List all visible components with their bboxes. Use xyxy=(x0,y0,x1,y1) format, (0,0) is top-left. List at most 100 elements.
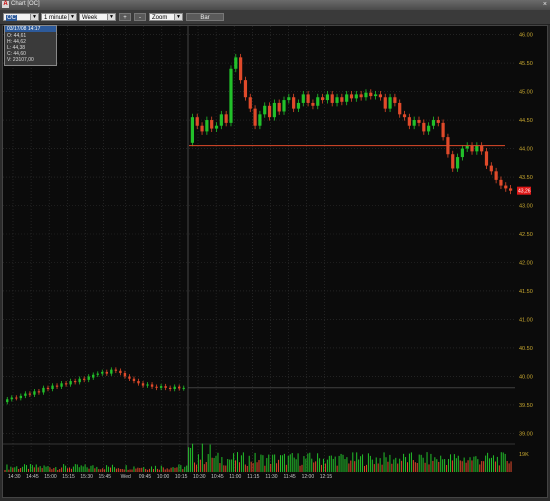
chevron-down-icon[interactable]: ▼ xyxy=(68,14,76,20)
candle-body xyxy=(123,373,127,377)
ohlc-volume: V: 23107,00 xyxy=(7,57,34,63)
candle-body xyxy=(296,102,301,109)
candle-body xyxy=(114,369,118,371)
candle-body xyxy=(24,393,27,396)
interval-select[interactable]: 1 minute ▼ xyxy=(41,13,77,21)
candle-body xyxy=(345,94,349,102)
x-tick-label: 11:00 xyxy=(229,474,241,480)
candle-body xyxy=(141,383,145,386)
candle-body xyxy=(427,125,431,132)
x-tick-label: 14:30 xyxy=(8,474,21,480)
candle-body xyxy=(364,92,368,98)
candle-body xyxy=(340,97,344,102)
candle-body xyxy=(190,117,195,143)
candle-body xyxy=(451,154,455,169)
candle-body xyxy=(19,395,23,399)
range-select[interactable]: Week ▼ xyxy=(79,13,116,21)
candle-body xyxy=(178,386,181,389)
candle-body xyxy=(46,387,50,390)
candle-body xyxy=(330,94,334,103)
candle-body xyxy=(210,120,214,129)
x-tick-label: 10:15 xyxy=(175,474,188,480)
candle-body xyxy=(349,94,354,99)
zoom-in-button[interactable]: + xyxy=(119,13,131,21)
candle-body xyxy=(508,188,513,191)
y-tick-label: 45.00 xyxy=(519,90,533,96)
candle-body xyxy=(369,92,373,97)
x-tick-label: Wed xyxy=(121,474,131,480)
range-value: Week xyxy=(82,15,98,21)
y-tick-label: 41.50 xyxy=(519,289,533,295)
candle-body xyxy=(359,94,363,98)
candle-body xyxy=(205,120,209,132)
candle-body xyxy=(15,397,18,399)
candle-body xyxy=(6,399,9,403)
chart-toolbar: OC ▼ 1 minute ▼ Week ▼ + - Zoom ▼ Bar xyxy=(0,10,550,25)
candle-body xyxy=(499,179,503,186)
candle-body xyxy=(398,102,402,115)
candle-body xyxy=(460,148,464,158)
candle-body xyxy=(168,387,172,390)
x-tick-label: 12:00 xyxy=(302,474,315,480)
candle-body xyxy=(422,122,426,132)
candle-body xyxy=(101,371,104,374)
candle-body xyxy=(407,117,411,126)
candle-body xyxy=(87,376,90,380)
y-tick-label: 42.00 xyxy=(519,260,533,266)
candle-body xyxy=(292,97,296,109)
candle-body xyxy=(214,125,219,129)
chevron-down-icon[interactable]: ▼ xyxy=(174,14,182,20)
candle-body xyxy=(119,370,122,374)
candle-body xyxy=(195,117,199,126)
candle-body xyxy=(388,97,392,109)
ohlc-info-box: 03/17/08 14:17 O: 44,61 H: 44,62 L: 44,3… xyxy=(4,25,57,66)
chevron-down-icon[interactable]: ▼ xyxy=(30,14,38,20)
x-tick-label: 11:45 xyxy=(284,474,296,480)
candle-body xyxy=(73,381,77,383)
candle-body xyxy=(28,393,32,395)
chevron-down-icon[interactable]: ▼ xyxy=(107,14,115,20)
candle-body xyxy=(436,120,440,123)
x-tick-label: 14:45 xyxy=(26,474,39,480)
candle-body xyxy=(69,381,72,385)
current-price-label: 43,26 xyxy=(518,189,531,195)
candle-body xyxy=(96,373,99,375)
y-tick-label: 41.00 xyxy=(519,317,533,323)
x-tick-label: 15:30 xyxy=(80,474,93,480)
candle-body xyxy=(489,165,493,172)
close-icon[interactable]: × xyxy=(543,1,547,9)
y-tick-label: 40.00 xyxy=(519,374,533,380)
candle-body xyxy=(417,120,421,123)
candle-body xyxy=(267,105,272,118)
candle-body xyxy=(64,383,68,385)
candle-body xyxy=(354,94,358,99)
candle-body xyxy=(470,145,474,152)
candle-body xyxy=(455,157,460,169)
candle-body xyxy=(200,125,204,132)
x-tick-label: 09:45 xyxy=(139,474,152,480)
y-tick-label: 43.50 xyxy=(519,175,533,181)
candle-body xyxy=(282,100,286,112)
x-tick-label: 15:45 xyxy=(99,474,112,480)
y-tick-label: 44.00 xyxy=(519,147,533,153)
price-chart[interactable]: 46.00 45.50 45.00 44.50 44.00 43.50 43.00 42.50… xyxy=(3,26,549,499)
mode-select[interactable]: Zoom ▼ xyxy=(149,13,183,21)
candle-body xyxy=(33,391,36,395)
candle-body xyxy=(150,384,154,387)
candle-body xyxy=(383,97,387,109)
chart-type-button[interactable]: Bar xyxy=(186,13,224,21)
candle-body xyxy=(441,122,445,138)
y-tick-label: 40.50 xyxy=(519,346,533,352)
candle-body xyxy=(325,94,329,101)
candle-body xyxy=(504,185,508,189)
x-tick-label: 11:15 xyxy=(247,474,259,480)
candle-body xyxy=(55,385,59,387)
symbol-select[interactable]: OC ▼ xyxy=(3,13,39,21)
y-tick-label: 39.50 xyxy=(519,403,533,409)
chart-panel[interactable]: 46.00 45.50 45.00 44.50 44.00 43.50 43.00 42.50… xyxy=(2,25,548,498)
candle-body xyxy=(431,120,436,126)
candle-body xyxy=(484,151,489,166)
candle-body xyxy=(234,57,238,69)
ohlc-timestamp: 03/17/08 14:17 xyxy=(5,26,56,32)
zoom-out-button[interactable]: - xyxy=(134,13,146,21)
